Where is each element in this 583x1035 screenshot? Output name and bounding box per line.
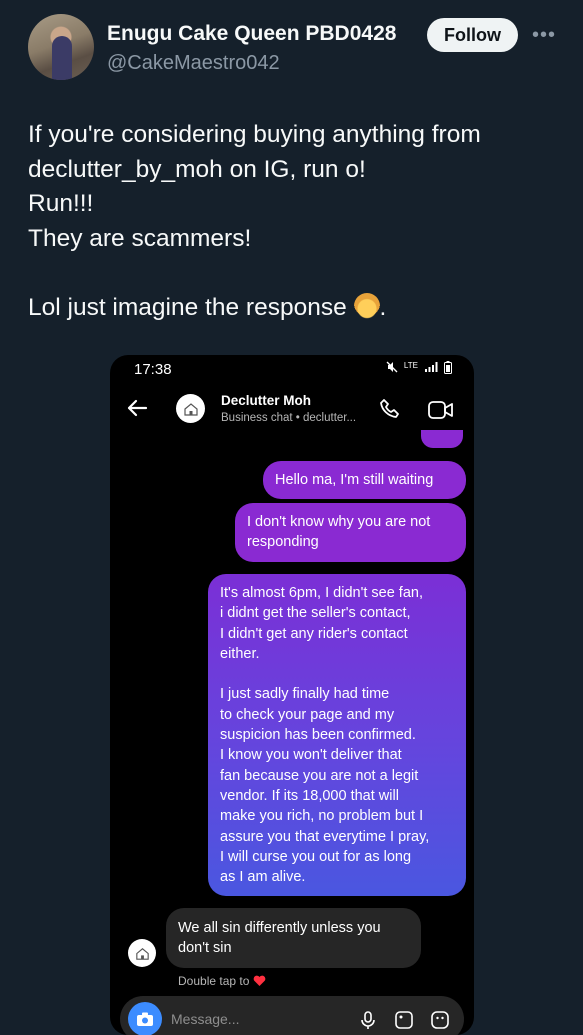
contact-name[interactable]: Declutter Moh bbox=[221, 393, 311, 408]
more-options-icon[interactable]: ••• bbox=[532, 24, 556, 47]
network-type: LTE bbox=[403, 361, 418, 370]
follow-button[interactable]: Follow bbox=[427, 18, 518, 52]
contact-subtitle: Business chat • declutter... bbox=[221, 412, 357, 424]
gallery-icon[interactable] bbox=[394, 1010, 414, 1030]
camera-icon[interactable] bbox=[128, 1002, 162, 1035]
mute-icon bbox=[386, 361, 398, 377]
message-composer[interactable]: Message... bbox=[120, 996, 464, 1035]
tweet-text: If you're considering buying anything fr… bbox=[28, 118, 568, 325]
author-avatar[interactable] bbox=[28, 14, 94, 80]
author-handle[interactable]: @CakeMaestro042 bbox=[107, 52, 280, 75]
sender-avatar[interactable] bbox=[128, 939, 156, 967]
facepalm-emoji-icon bbox=[353, 292, 380, 319]
phone-call-icon[interactable] bbox=[378, 397, 402, 421]
status-bar-icons: LTE bbox=[386, 361, 452, 377]
status-bar-time: 17:38 bbox=[134, 361, 172, 378]
video-call-icon[interactable] bbox=[428, 399, 454, 421]
tweet-line: They are scammers! bbox=[28, 224, 252, 252]
message-bubble-sent[interactable]: It's almost 6pm, I didn't see fan, i did… bbox=[208, 574, 466, 896]
tweet-line-last: Lol just imagine the response . bbox=[28, 292, 387, 321]
author-display-name[interactable]: Enugu Cake Queen PBD0428 bbox=[107, 22, 396, 46]
tweet-line: declutter_by_moh on IG, run o! bbox=[28, 155, 366, 183]
attached-screenshot[interactable]: 17:38 LTE Declutter Moh Business chat • … bbox=[110, 355, 474, 1035]
message-input[interactable]: Message... bbox=[171, 1011, 239, 1027]
tweet-line: Run!!! bbox=[28, 190, 94, 217]
sticker-icon[interactable] bbox=[430, 1010, 450, 1030]
message-bubble-partial bbox=[421, 430, 463, 448]
microphone-icon[interactable] bbox=[358, 1010, 378, 1030]
heart-icon bbox=[253, 975, 266, 990]
back-arrow-icon[interactable] bbox=[124, 395, 150, 421]
message-bubble-sent[interactable]: I don't know why you are not responding bbox=[235, 503, 466, 562]
contact-avatar[interactable] bbox=[176, 394, 205, 423]
message-bubble-received[interactable]: We all sin differently unless you don't … bbox=[166, 908, 421, 968]
tweet-line: If you're considering buying anything fr… bbox=[28, 121, 481, 148]
battery-icon bbox=[444, 361, 452, 377]
double-tap-hint: Double tap to bbox=[178, 974, 266, 990]
message-bubble-sent[interactable]: Hello ma, I'm still waiting bbox=[263, 461, 466, 499]
signal-icon bbox=[424, 361, 438, 377]
